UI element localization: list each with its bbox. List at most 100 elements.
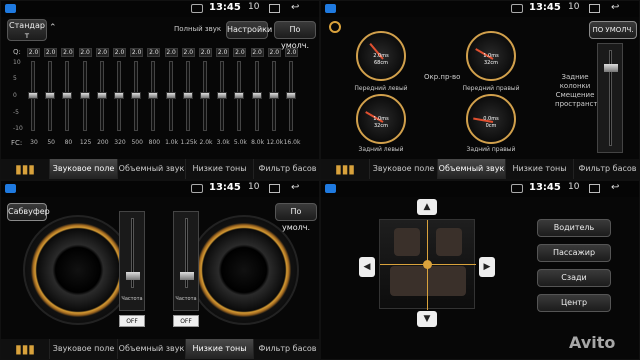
gauge-front-right[interactable]: 1.0ms 32cm [466, 31, 516, 81]
q-value: 2.0 [95, 48, 109, 57]
recent-apps-icon[interactable] [269, 184, 280, 193]
arrow-right-button[interactable]: ▶ [479, 257, 495, 277]
recent-apps-icon[interactable] [589, 184, 600, 193]
off-button[interactable]: OFF [119, 315, 145, 327]
eq-slider-knob[interactable] [268, 92, 279, 99]
tab-sound-field[interactable]: Звуковое поле [369, 159, 437, 179]
seat-front-right [436, 228, 462, 256]
settings-button[interactable]: Настройки [226, 21, 272, 39]
equalizer-icon[interactable]: ▮▮▮ [1, 339, 49, 359]
tab-bar: ▮▮▮ Звуковое поле Объемный звук Низкие т… [1, 339, 319, 359]
subwoofer-panel: 13:45 10 ↩ Сабвуфер По умолч. Частота OF… [0, 180, 320, 360]
back-icon[interactable]: ↩ [611, 182, 619, 193]
q-value: 2.0 [164, 48, 178, 57]
frequency-label: 200 [97, 139, 109, 146]
eq-slider-knob[interactable] [28, 92, 38, 99]
left-speaker-image [23, 215, 133, 325]
recent-apps-icon[interactable] [589, 4, 600, 13]
eq-slider-knob[interactable] [200, 92, 210, 99]
eq-slider-knob[interactable] [45, 92, 56, 99]
tab-bass-filter[interactable]: Фильтр басов [253, 159, 319, 179]
arrow-up-button[interactable]: ▲ [417, 199, 437, 215]
tab-bass-filter[interactable]: Фильтр басов [573, 159, 639, 179]
default-button[interactable]: По умолч. [275, 203, 317, 232]
gauge-label: Передний левый [354, 85, 408, 92]
seat-rear [390, 266, 466, 296]
equalizer-panel: 13:45 10 ↩ Стандар т ⌃ Полный звук Настр… [0, 0, 320, 180]
frequency-slider[interactable]: Частота [119, 211, 145, 311]
tab-sound-field[interactable]: Звуковое поле [49, 159, 117, 179]
gauge-ms: 0.0ms [483, 116, 499, 122]
equalizer-icon[interactable]: ▮▮▮ [1, 159, 49, 179]
eq-slider-knob[interactable] [148, 92, 159, 99]
frequency-label: 16.0k [283, 139, 301, 146]
tab-surround[interactable]: Объемный звук [437, 159, 505, 179]
q-value: 2.0 [78, 48, 92, 57]
frequency-label: 500 [131, 139, 143, 146]
gauge-label: Задний левый [358, 146, 404, 153]
off-button[interactable]: OFF [173, 315, 199, 327]
tab-sound-field[interactable]: Звуковое поле [49, 339, 117, 359]
frequency-label: 1.0k [165, 139, 179, 146]
tab-bass-filter[interactable]: Фильтр басов [253, 339, 319, 359]
rear-button[interactable]: Сзади [537, 269, 611, 287]
eq-slider-knob[interactable] [131, 92, 142, 99]
recent-apps-icon[interactable] [269, 4, 280, 13]
scale-label: -5 [13, 109, 19, 116]
chevron-up-icon[interactable]: ⌃ [49, 23, 57, 33]
balance-point[interactable] [423, 260, 432, 269]
eq-slider-knob[interactable] [114, 92, 124, 99]
app-icon [5, 184, 16, 193]
arrow-left-button[interactable]: ◀ [359, 257, 375, 277]
back-icon[interactable]: ↩ [291, 2, 299, 13]
slider-knob[interactable] [604, 64, 618, 72]
eq-slider-knob[interactable] [251, 92, 262, 99]
default-button[interactable]: По умолч. [274, 21, 316, 50]
back-icon[interactable]: ↩ [291, 182, 299, 193]
eq-slider-knob[interactable] [62, 92, 73, 99]
gauge-rear-left[interactable]: 1.0ms 32cm [356, 94, 406, 144]
slider-knob[interactable] [126, 272, 140, 280]
eq-slider-knob[interactable] [182, 92, 193, 99]
back-icon[interactable]: ↩ [611, 2, 619, 13]
tab-bass[interactable]: Низкие тоны [185, 159, 253, 179]
equalizer-icon[interactable]: ▮▮▮ [321, 159, 369, 179]
tab-surround[interactable]: Объемный звук [117, 159, 185, 179]
eq-slider-knob[interactable] [234, 92, 245, 99]
gauge-label: Задний правый [466, 146, 516, 153]
q-value: 2.0 [147, 48, 161, 57]
tab-bar: ▮▮▮ Звуковое поле Объемный звук Низкие т… [321, 159, 639, 179]
frequency-label: 800 [148, 139, 161, 146]
scale-label: 5 [13, 75, 17, 82]
full-sound-label: Полный звук [174, 25, 222, 33]
space-offset-slider[interactable] [597, 43, 623, 153]
passenger-button[interactable]: Пассажир [537, 244, 611, 262]
eq-slider-knob[interactable] [217, 92, 228, 99]
power-icon[interactable] [329, 21, 341, 33]
frequency-label: 80 [64, 139, 73, 146]
center-button[interactable]: Центр [537, 294, 611, 312]
frequency-slider[interactable]: Частота [173, 211, 199, 311]
gauge-rear-right[interactable]: 0.0ms 0cm [466, 94, 516, 144]
tab-surround[interactable]: Объемный звук [117, 339, 185, 359]
clock: 13:45 [529, 182, 561, 193]
tab-bass[interactable]: Низкие тоны [185, 339, 253, 359]
tab-bass[interactable]: Низкие тоны [505, 159, 573, 179]
arrow-down-button[interactable]: ▼ [417, 311, 437, 327]
slider-knob[interactable] [180, 272, 194, 280]
eq-slider-knob[interactable] [79, 92, 90, 99]
q-value: 2.0 [285, 48, 298, 57]
eq-slider-knob[interactable] [286, 92, 296, 99]
default-button[interactable]: ПО УМОЛЧ. [589, 21, 637, 39]
driver-button[interactable]: Водитель [537, 219, 611, 237]
preset-select[interactable]: Стандар т [7, 19, 47, 41]
eq-slider-knob[interactable] [96, 92, 107, 99]
signal-icon [191, 4, 203, 13]
gauge-cm: 32cm [374, 123, 388, 129]
car-seats-image [379, 219, 476, 310]
subwoofer-button[interactable]: Сабвуфер [7, 203, 50, 221]
volume-level: 10 [248, 2, 260, 12]
eq-slider-knob[interactable] [165, 92, 176, 99]
frequency-label: 2.0k [199, 139, 213, 146]
gauge-front-left[interactable]: 2.0ms 68cm [356, 31, 406, 81]
